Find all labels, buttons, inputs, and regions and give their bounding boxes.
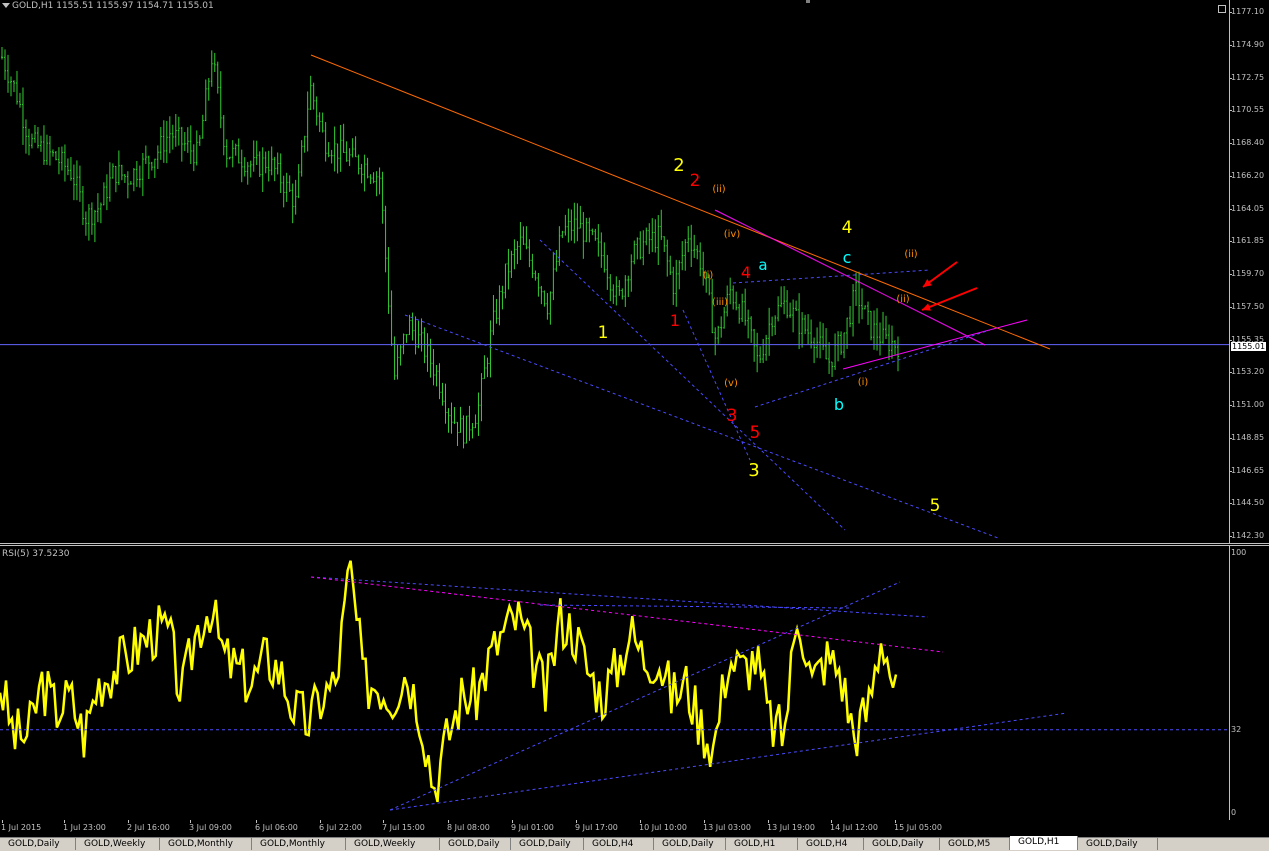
chart-tab[interactable]: GOLD,Monthly — [252, 838, 346, 850]
chart-tab[interactable]: GOLD,Daily — [654, 838, 726, 850]
price-tick-label: 1172.75 — [1231, 72, 1265, 82]
elliott-wave-label: a — [758, 256, 767, 274]
chart-tab[interactable]: GOLD,Monthly — [160, 838, 252, 850]
rsi-tick-label: 32 — [1231, 724, 1242, 734]
elliott-wave-label: 4 — [741, 263, 751, 282]
elliott-wave-label: 1 — [598, 323, 609, 343]
elliott-wave-label: 3 — [727, 406, 738, 426]
chart-tab[interactable]: GOLD,Daily — [1078, 838, 1158, 850]
rsi-dashed-trendline — [539, 604, 851, 609]
price-tick-label: 1168.40 — [1231, 138, 1265, 147]
time-tick-label: 9 Jul 01:00 — [511, 823, 554, 832]
symbol-info-label: GOLD,H1 1155.51 1155.97 1154.71 1155.01 — [12, 1, 214, 11]
chart-tab[interactable]: GOLD,Daily — [0, 838, 76, 850]
price-tick-label: 1144.50 — [1231, 498, 1265, 508]
time-tick-label: 13 Jul 03:00 — [703, 823, 751, 832]
price-tick-label: 1148.85 — [1231, 432, 1265, 442]
time-tick-label: 1 Jul 23:00 — [63, 823, 106, 832]
rsi-indicator-label: RSI(5) 37.5230 — [2, 549, 70, 559]
time-tick-label: 3 Jul 09:00 — [189, 823, 232, 832]
time-tick-label: 14 Jul 12:00 — [830, 823, 878, 832]
chart-tab[interactable]: GOLD,Daily — [511, 838, 584, 850]
elliott-wave-label: (v) — [724, 378, 738, 389]
price-tick-label: 1174.90 — [1231, 39, 1265, 49]
time-tick-label: 15 Jul 05:00 — [894, 823, 942, 832]
price-tick-label: 1146.65 — [1231, 465, 1265, 475]
rsi-magenta-trendline — [310, 576, 944, 653]
dashed-channel-line — [404, 314, 999, 539]
time-tick-label: 1 Jul 2015 — [1, 823, 42, 832]
red-arrow-shaft — [921, 287, 978, 311]
rsi-tick-label: 0 — [1231, 808, 1237, 817]
elliott-wave-label: 5 — [930, 496, 941, 516]
rsi-axis[interactable] — [1229, 546, 1269, 820]
time-tick-label: 2 Jul 16:00 — [127, 823, 170, 832]
chart-tab[interactable]: GOLD,H1 — [1010, 836, 1078, 850]
elliott-wave-label: (ii) — [896, 294, 909, 305]
chart-tab[interactable]: GOLD,M5 — [940, 838, 1010, 850]
chart-shift-marker-icon[interactable] — [1218, 5, 1226, 13]
rsi-line — [0, 560, 898, 803]
dashed-channel-line — [539, 239, 846, 531]
chart-tab[interactable]: GOLD,Weekly — [76, 838, 160, 850]
elliott-wave-label: 1 — [670, 311, 680, 330]
elliott-wave-label: 4 — [842, 218, 853, 238]
price-tick-label: 1161.85 — [1231, 236, 1265, 246]
elliott-wave-label: (i) — [703, 270, 714, 281]
elliott-wave-label: (i) — [858, 377, 869, 388]
chart-tab[interactable]: GOLD,Weekly — [346, 838, 440, 850]
elliott-wave-label: 2 — [690, 171, 701, 191]
current-price-badge: 1155.01 — [1231, 342, 1267, 351]
time-tick-label: 9 Jul 17:00 — [575, 823, 618, 832]
price-tick-label: 1157.50 — [1231, 301, 1265, 311]
price-tick-label: 1166.20 — [1231, 170, 1265, 180]
elliott-wave-label: 3 — [748, 460, 759, 481]
time-tick-label: 10 Jul 10:00 — [639, 823, 687, 832]
symbol-menu-icon[interactable] — [2, 3, 10, 8]
dashed-channel-line — [754, 329, 991, 408]
price-tick-label: 1153.20 — [1231, 367, 1265, 377]
elliott-wave-label: (ii) — [712, 184, 725, 195]
chart-tab[interactable]: GOLD,Daily — [864, 838, 940, 850]
price-tick-label: 1151.00 — [1231, 400, 1265, 409]
elliott-wave-label: 2 — [673, 155, 684, 176]
time-tick-label: 6 Jul 22:00 — [319, 823, 362, 832]
price-tick-label: 1159.70 — [1231, 269, 1265, 278]
chart-tab[interactable]: GOLD,H4 — [798, 838, 864, 850]
chart-tab[interactable]: GOLD,H4 — [584, 838, 654, 850]
time-tick-label: 7 Jul 15:00 — [382, 823, 425, 832]
elliott-wave-label: (iii) — [712, 297, 728, 308]
rsi-dashed-trendline — [389, 712, 1068, 811]
elliott-wave-label: c — [843, 248, 852, 267]
price-tick-label: 1142.30 — [1231, 531, 1265, 540]
elliott-wave-label: b — [834, 395, 844, 414]
elliott-wave-label: 5 — [750, 423, 761, 443]
rsi-tick-label: 100 — [1231, 548, 1247, 557]
elliott-wave-label: (iv) — [724, 229, 741, 240]
chart-canvas[interactable]: 22 (ii)(iv)(i)(iii)(v)113534 a4cb(i)(ii)(i… — [0, 0, 1229, 820]
time-tick-label: 13 Jul 19:00 — [767, 823, 815, 832]
price-tick-label: 1170.55 — [1231, 105, 1265, 115]
price-tick-label: 1177.10 — [1231, 7, 1265, 16]
elliott-wave-label: (ii) — [904, 249, 917, 260]
price-tick-label: 1164.05 — [1231, 203, 1265, 213]
orange-resistance-trendline — [310, 54, 1051, 350]
time-tick-label: 6 Jul 06:00 — [255, 823, 298, 832]
chart-tab[interactable]: GOLD,H1 — [726, 838, 798, 850]
scroll-marker-icon[interactable] — [806, 0, 810, 3]
time-tick-label: 8 Jul 08:00 — [447, 823, 490, 832]
chart-tab[interactable]: GOLD,Daily — [440, 838, 511, 850]
